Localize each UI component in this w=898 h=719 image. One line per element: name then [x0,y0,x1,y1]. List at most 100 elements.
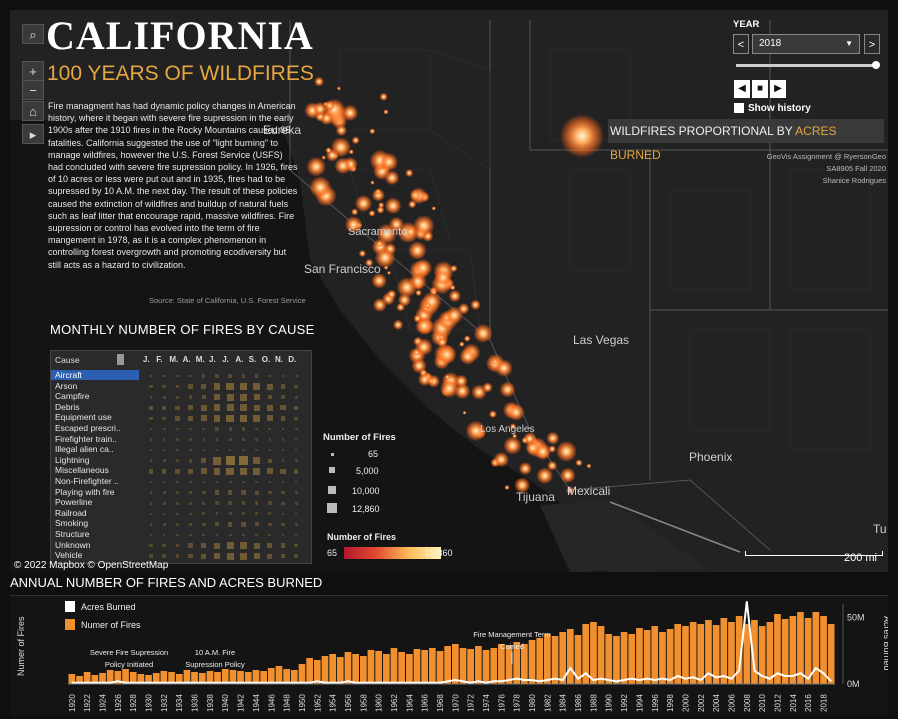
month-header[interactable]: S. [249,355,257,364]
matrix-cell[interactable] [281,522,285,526]
matrix-cell[interactable] [162,554,166,558]
fire-point[interactable] [440,379,459,398]
cause-row[interactable]: Equipment use [55,412,131,422]
matrix-cell[interactable] [188,468,194,474]
matrix-cell[interactable] [149,416,153,421]
matrix-cell[interactable] [202,449,205,452]
fire-point[interactable] [370,180,375,185]
month-header[interactable]: J. [143,355,150,364]
annual-bar[interactable] [659,632,666,684]
cause-row[interactable]: Escaped prescri.. [55,423,131,433]
fire-point[interactable] [448,289,461,303]
matrix-cell[interactable] [240,404,247,412]
annual-bar[interactable] [336,657,344,684]
matrix-cell[interactable] [295,480,298,484]
matrix-cell[interactable] [215,501,219,505]
matrix-cell[interactable] [175,554,180,558]
month-header[interactable]: A. [183,355,191,364]
matrix-cell[interactable] [149,501,153,505]
fire-point[interactable] [396,302,405,312]
matrix-cell[interactable] [189,512,192,515]
annual-bar[interactable] [444,646,451,684]
fire-point[interactable] [459,347,477,365]
cause-row[interactable]: Smoking [55,518,131,528]
fire-point[interactable] [518,462,532,476]
matrix-cell[interactable] [253,415,260,422]
matrix-cell[interactable] [149,523,153,526]
matrix-cell[interactable] [294,543,298,548]
matrix-cell[interactable] [200,415,207,422]
matrix-cell[interactable] [162,459,166,463]
matrix-cell[interactable] [228,522,233,527]
matrix-cell[interactable] [281,374,285,378]
annual-bar[interactable] [298,664,306,684]
fire-point[interactable] [387,270,391,275]
matrix-cell[interactable] [162,427,166,431]
matrix-cell[interactable] [238,456,248,466]
fire-point[interactable] [334,157,352,175]
matrix-cell[interactable] [215,533,219,537]
fire-point[interactable] [324,100,335,111]
matrix-cell[interactable] [226,382,234,391]
matrix-cell[interactable] [163,449,166,452]
matrix-cell[interactable] [149,449,153,452]
annual-bar[interactable] [267,668,275,684]
fire-point[interactable] [335,124,348,137]
annual-bar[interactable] [567,629,574,684]
matrix-cell[interactable] [176,501,179,505]
matrix-cell[interactable] [241,501,246,505]
matrix-cell[interactable] [149,480,153,484]
month-header[interactable]: N. [275,355,283,364]
fire-point[interactable] [495,359,513,377]
matrix-cell[interactable] [239,414,248,423]
fire-point[interactable] [351,136,360,145]
matrix-cell[interactable] [226,404,234,412]
matrix-cell[interactable] [162,416,166,421]
matrix-cell[interactable] [239,467,248,476]
matrix-cell[interactable] [228,501,232,505]
fire-point[interactable] [525,440,541,456]
matrix-cell[interactable] [267,458,272,463]
fire-point[interactable] [378,202,385,209]
matrix-cell[interactable] [268,522,272,527]
matrix-cell[interactable] [294,554,298,558]
map-attribution[interactable]: © 2022 Mapbox © OpenStreetMap [14,560,168,571]
cause-row[interactable]: Unknown [55,540,131,550]
matrix-cell[interactable] [280,468,286,474]
matrix-cell[interactable] [202,533,206,537]
fire-point[interactable] [415,317,434,335]
matrix-cell[interactable] [215,522,219,527]
cause-matrix[interactable]: Cause J. F. M. A. M. J. J. A. S. O. N. D. Aircraft A… [50,350,312,564]
matrix-cell[interactable] [228,427,232,431]
cause-column-header[interactable]: Cause [55,355,80,365]
fire-point[interactable] [547,460,558,471]
matrix-cell[interactable] [268,490,272,495]
month-header[interactable]: M. [169,355,178,364]
fire-point[interactable] [462,410,467,415]
cause-row[interactable]: Campfire [55,391,131,401]
annual-bar[interactable] [720,618,728,684]
fire-point[interactable] [431,206,436,211]
cause-row[interactable]: Illegal alien ca.. [55,444,131,454]
matrix-cell[interactable] [175,384,180,389]
year-next-button[interactable]: > [864,34,880,54]
zoom-in-button[interactable]: + [22,61,44,81]
fire-point[interactable] [586,463,592,469]
matrix-cell[interactable] [175,416,180,421]
matrix-cell[interactable] [294,405,299,410]
annual-chart-svg[interactable]: 1920 1922 1924 1926 1928 1930 1932 1934 1936 1938… [10,596,888,716]
matrix-cell[interactable] [294,395,298,399]
year-slider[interactable] [736,61,880,69]
matrix-cell[interactable] [149,543,153,548]
matrix-cell[interactable] [253,383,260,390]
matrix-cell[interactable] [149,438,153,441]
fire-point[interactable] [330,137,351,158]
matrix-cell[interactable] [162,501,166,505]
matrix-cell[interactable] [280,416,286,421]
matrix-cell[interactable] [268,427,272,431]
fire-point[interactable] [309,176,332,199]
fire-point[interactable] [413,215,435,237]
fire-point[interactable] [372,298,387,312]
search-button[interactable]: ⌕ [22,24,44,44]
matrix-cell[interactable] [255,512,258,516]
